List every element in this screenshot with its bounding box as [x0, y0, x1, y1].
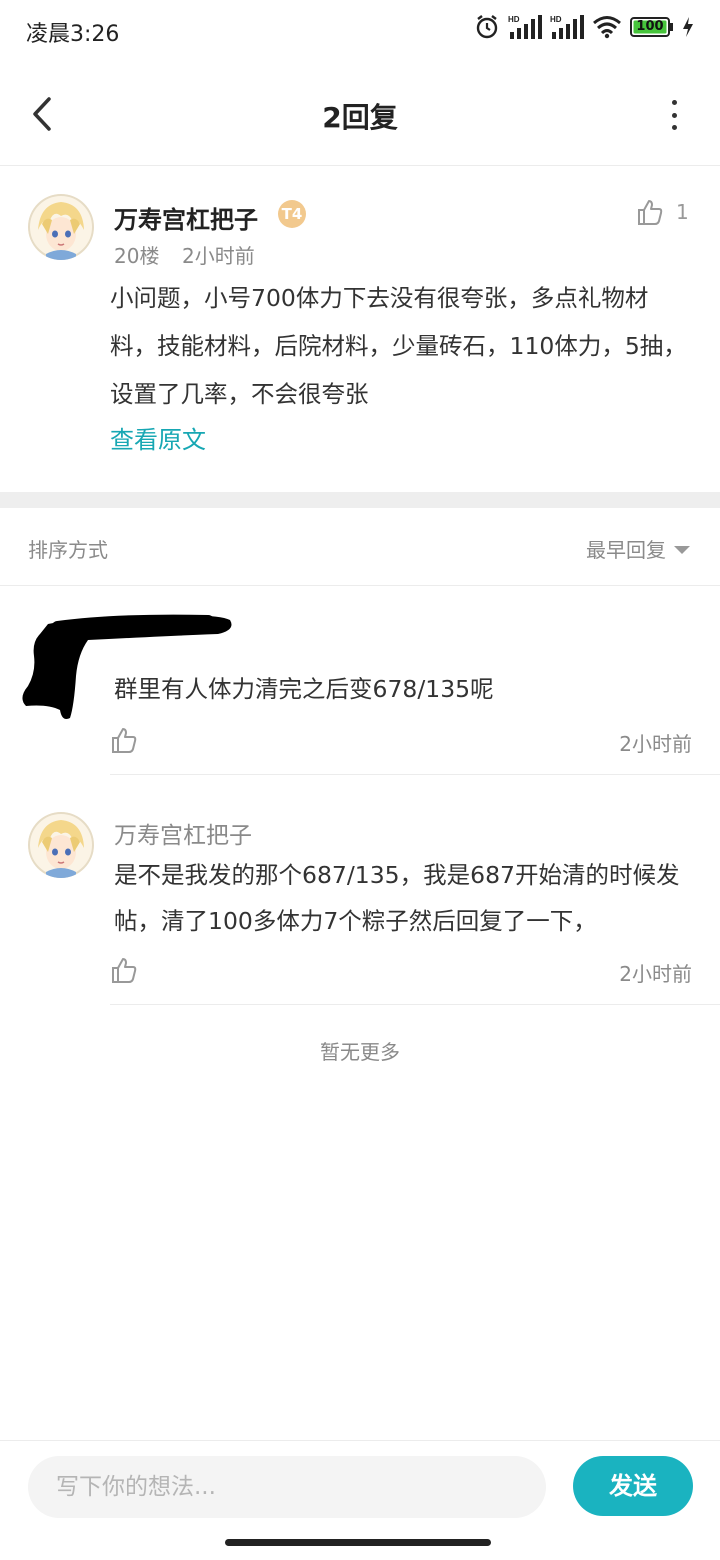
caret-down-icon: [674, 545, 690, 554]
sort-dropdown[interactable]: 最早回复: [586, 534, 690, 563]
send-button[interactable]: 发送: [573, 1456, 693, 1516]
post-author[interactable]: 万寿宫杠把子: [114, 200, 258, 235]
signal-hd-icon: HD: [508, 14, 542, 40]
status-bar: 凌晨3:26 HD HD 100: [0, 0, 720, 62]
status-icons: HD HD 100: [474, 14, 694, 40]
comment-input[interactable]: [28, 1456, 546, 1518]
section-divider: [0, 492, 720, 508]
sort-label: 排序方式: [28, 538, 108, 562]
header: 2回复: [0, 62, 720, 166]
reply-text: 是不是我发的那个687/135，我是687开始清的时候发帖，清了100多体力7个…: [114, 861, 680, 935]
alarm-icon: [474, 14, 500, 40]
more-vertical-icon: [671, 100, 677, 105]
reply-author[interactable]: 万寿宫杠把子: [114, 816, 252, 850]
reply-time: 2小时前: [619, 732, 692, 756]
reply-item: 群里有人体力清完之后变678/135呢 2小时前: [0, 586, 720, 776]
status-time: 凌晨3:26: [26, 22, 120, 47]
like-count: 1: [676, 200, 689, 224]
home-indicator[interactable]: [225, 1539, 491, 1546]
svg-text:HD: HD: [550, 15, 562, 24]
reply-like-button[interactable]: [110, 956, 138, 988]
wifi-icon: [592, 15, 622, 39]
more-button[interactable]: [664, 100, 684, 130]
main-post: 万寿宫杠把子 T4 20楼 2小时前 1 小问题，小号700体力下去没有很夸张，…: [0, 166, 720, 492]
level-badge: T4: [278, 200, 306, 228]
battery-level: 100: [636, 19, 664, 34]
signal-hd-icon: HD: [550, 14, 584, 40]
divider: [110, 774, 720, 775]
no-more-label: 暂无更多: [320, 1040, 400, 1064]
reply-time: 2小时前: [619, 962, 692, 986]
post-like-button[interactable]: 1: [636, 198, 689, 226]
charging-icon: [682, 16, 694, 38]
battery-icon: 100: [630, 16, 674, 38]
post-content: 小问题，小号700体力下去没有很夸张，多点礼物材料，技能材料，后院材料，少量砖石…: [110, 284, 687, 408]
reply-text: 群里有人体力清完之后变678/135呢: [114, 675, 494, 703]
sort-bar: 排序方式 最早回复: [0, 508, 720, 586]
thumbs-up-icon: [638, 200, 663, 225]
svg-text:HD: HD: [508, 15, 520, 24]
page-title: 2回复: [322, 101, 398, 134]
reply-item: 万寿宫杠把子 是不是我发的那个687/135，我是687开始清的时候发帖，清了1…: [0, 776, 720, 1006]
thumbs-up-icon: [112, 728, 137, 753]
post-floor: 20楼: [114, 244, 160, 268]
thumbs-up-icon: [112, 958, 137, 983]
reply-like-button[interactable]: [110, 726, 138, 758]
avatar[interactable]: [28, 812, 94, 878]
sort-selected: 最早回复: [586, 538, 666, 562]
comment-composer: 发送: [0, 1440, 720, 1534]
post-time: 2小时前: [182, 244, 255, 268]
avatar[interactable]: [28, 194, 94, 260]
view-original-link[interactable]: 查看原文: [110, 420, 206, 455]
divider: [110, 1004, 720, 1005]
